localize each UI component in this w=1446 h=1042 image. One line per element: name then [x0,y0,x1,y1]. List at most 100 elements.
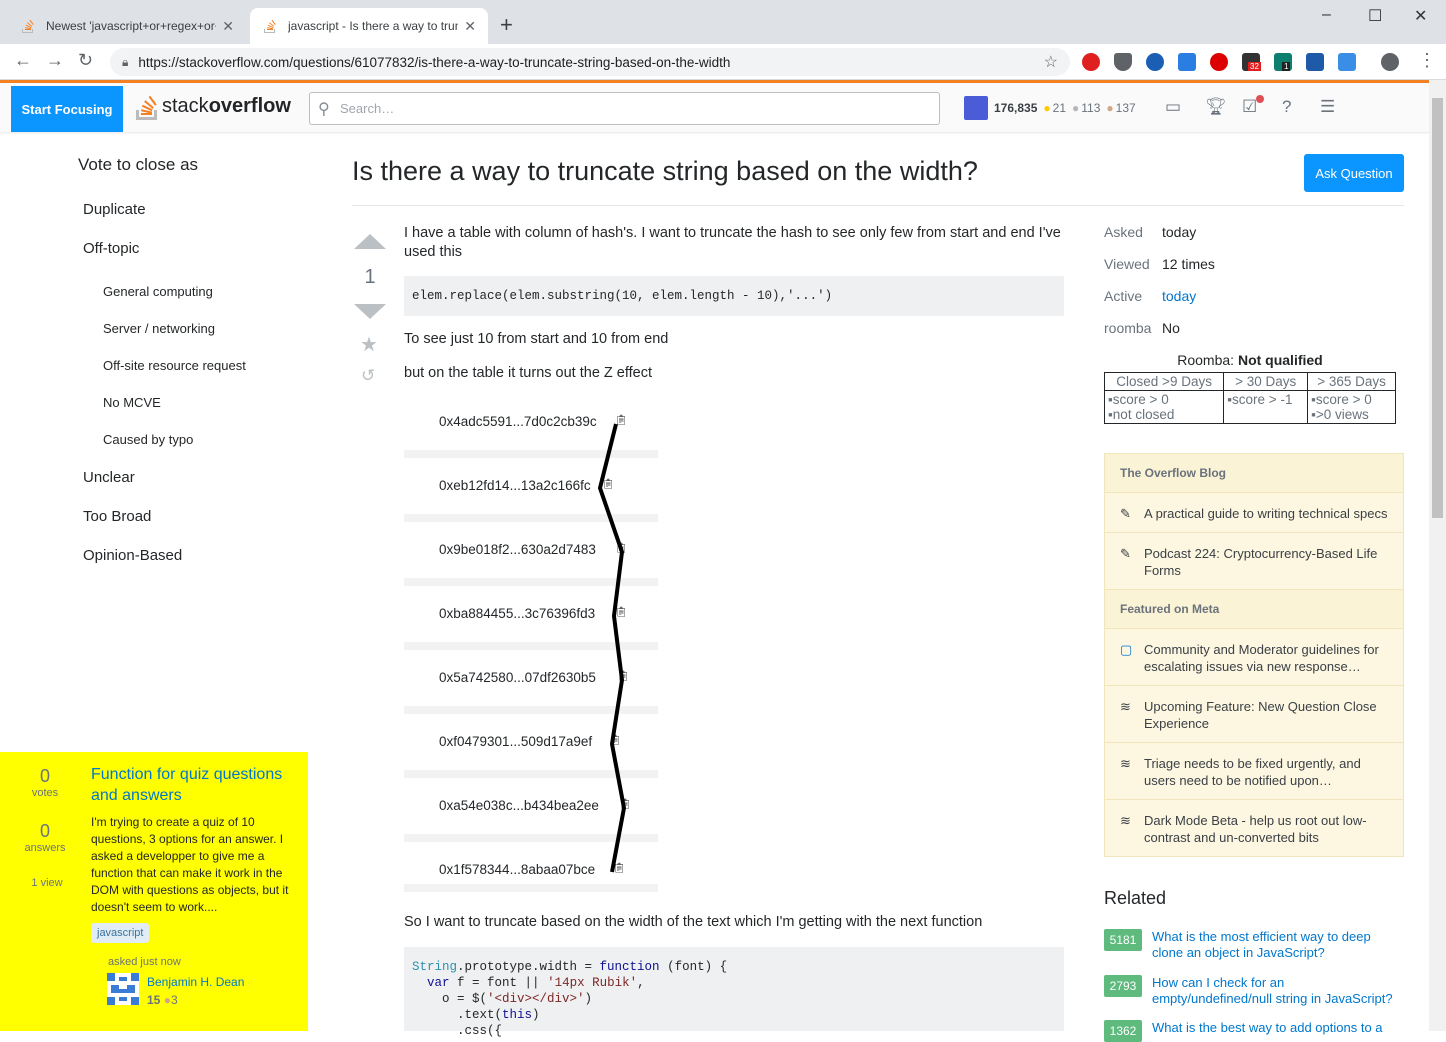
meta-item-text[interactable]: Triage needs to be fixed urgently, and u… [1144,755,1388,789]
close-reason-unclear[interactable]: Unclear [83,469,135,486]
off-topic-no-mcve[interactable]: No MCVE [103,395,161,410]
play-extension-icon[interactable] [1210,53,1228,71]
close-tab-icon[interactable]: ✕ [464,18,476,35]
s-extension-icon[interactable]: 1 [1274,53,1292,71]
close-tab-icon[interactable]: ✕ [222,18,234,35]
meta-value-link[interactable]: today [1162,288,1196,304]
asked-time: asked just now [108,956,181,968]
close-reason-off-topic[interactable]: Off-topic [83,240,139,257]
code-token: (font) { [659,960,728,974]
close-window-button[interactable]: ✕ [1414,6,1427,26]
stackoverflow-favicon-icon [22,19,34,33]
related-item[interactable]: 5181 What is the most efficient way to de… [1104,929,1404,961]
minimize-button[interactable]: – [1322,6,1331,24]
inbox-icon[interactable]: ▭ [1165,97,1181,117]
forward-arrow-icon[interactable]: → [46,50,64,71]
notification-extension-icon[interactable]: 32 [1242,53,1261,71]
re-extension-icon[interactable] [1306,53,1324,71]
search-input[interactable]: ⚲ Search… [309,92,940,125]
meta-item-text[interactable]: Dark Mode Beta - help us root out low-co… [1144,812,1388,846]
blog-item[interactable]: ✎ Podcast 224: Cryptocurrency-Based Life … [1105,533,1403,590]
browser-tab-newest[interactable]: Newest 'javascript+or+regex+or+ ✕ [8,8,246,44]
votes-counter: 0 votes [0,766,90,799]
blog-item-text[interactable]: A practical guide to writing technical s… [1144,505,1388,522]
address-bar[interactable]: 🔒︎ https://stackoverflow.com/questions/6… [110,48,1070,76]
timeline-history-icon[interactable]: ↺ [361,366,375,386]
profile-icon[interactable] [1381,53,1399,71]
x-extension-icon[interactable] [1178,53,1196,71]
lock-icon: 🔒︎ [122,54,129,69]
roomba-cell-text: score > 0 [1315,392,1372,407]
ask-question-button[interactable]: Ask Question [1304,154,1404,192]
downvote-arrow-icon[interactable] [354,304,386,319]
meta-item[interactable]: ≋ Upcoming Feature: New Question Close Ex… [1105,686,1403,743]
meta-value: 12 times [1162,256,1215,272]
tag-javascript[interactable]: javascript [91,923,150,943]
tab-title: Newest 'javascript+or+regex+or+ [46,19,217,33]
related-item[interactable]: 1362 What is the best way to add options … [1104,1020,1404,1042]
question-title[interactable]: Is there a way to truncate string based … [352,156,978,187]
extension-red-icon[interactable] [1082,53,1100,71]
code-token: ) [584,992,593,1006]
user-name[interactable]: Benjamin H. Dean [147,975,244,989]
bookmark-star-icon[interactable]: ☆ [1044,52,1058,72]
browser-menu-icon[interactable]: ⋮ [1418,50,1436,71]
browser-tab-bar: Newest 'javascript+or+regex+or+ ✕ javasc… [0,0,1446,44]
roomba-cell-text: score > 0 [1112,392,1169,407]
globe-extension-icon[interactable] [1146,53,1164,71]
code-token: this [502,1008,533,1022]
achievements-trophy-icon[interactable]: 🏆︎ [1205,97,1227,117]
window-extension-icon[interactable] [1338,53,1356,71]
site-switcher-icon[interactable]: ☰ [1320,97,1335,117]
meta-item-text[interactable]: Community and Moderator guidelines for e… [1144,641,1388,675]
meta-item[interactable]: ≋ Dark Mode Beta - help us root out low-c… [1105,800,1403,856]
roomba-status-value: Not qualified [1237,352,1323,368]
start-focusing-button[interactable]: Start Focusing [11,86,123,132]
blog-item[interactable]: ✎ A practical guide to writing technical … [1105,493,1403,533]
maximize-button[interactable]: ☐ [1368,6,1382,26]
roomba-col-header: > 365 Days [1307,372,1396,391]
stackoverflow-logo-icon [136,95,157,120]
off-topic-resource-request[interactable]: Off-site resource request [103,358,246,373]
reload-icon[interactable]: ↻ [78,50,93,71]
off-topic-general-computing[interactable]: General computing [103,284,213,299]
browser-tab-question[interactable]: javascript - Is there a way to trun ✕ [250,8,488,44]
meta-item[interactable]: ▢ Community and Moderator guidelines for … [1105,629,1403,686]
user-bronze: 3 [170,993,178,1007]
pencil-icon: ✎ [1120,506,1131,521]
close-reason-opinion-based[interactable]: Opinion-Based [83,547,182,564]
close-reason-duplicate[interactable]: Duplicate [83,201,146,218]
silver-badge-icon: ● [1072,101,1080,115]
shield-extension-icon[interactable] [1114,53,1132,71]
suggested-question-title[interactable]: Function for quiz questions and answers [91,764,301,806]
question-paragraph: but on the table it turns out the Z effe… [404,365,653,381]
blog-item-text[interactable]: Podcast 224: Cryptocurrency-Based Life F… [1144,545,1388,579]
back-arrow-icon[interactable]: ← [14,50,32,71]
related-title[interactable]: How can I check for an empty/undefined/n… [1152,975,1404,1007]
search-icon: ⚲ [318,101,330,118]
new-tab-button[interactable]: + [500,14,513,36]
upvote-arrow-icon[interactable] [354,234,386,249]
user-reputation[interactable]: 176,835 ● 21 ● 113 ● 137 [964,96,1136,120]
search-placeholder: Search… [340,101,395,116]
roomba-label: Roomba: [1177,352,1238,368]
user-avatar[interactable] [107,973,139,1005]
favorite-star-icon[interactable]: ★ [360,332,378,357]
meta-item-text[interactable]: Upcoming Feature: New Question Close Exp… [1144,698,1388,732]
related-item[interactable]: 2793 How can I check for an empty/undefin… [1104,975,1404,1007]
notification-dot [1256,95,1264,103]
avatar[interactable] [964,96,988,120]
meta-key: Viewed [1104,256,1150,272]
off-topic-typo[interactable]: Caused by typo [103,432,193,447]
stackexchange-meta-icon: ≋ [1120,699,1131,714]
off-topic-server-networking[interactable]: Server / networking [103,321,215,336]
close-reason-too-broad[interactable]: Too Broad [83,508,151,525]
stackoverflow-logo[interactable]: stackoverflow [134,91,291,121]
scrollbar-thumb[interactable] [1432,98,1443,518]
review-queue-icon[interactable]: ☑ [1242,95,1264,117]
related-title[interactable]: What is the most efficient way to deep c… [1152,929,1404,961]
help-icon[interactable]: ? [1282,97,1291,117]
meta-item[interactable]: ≋ Triage needs to be fixed urgently, and … [1105,743,1403,800]
related-title[interactable]: What is the best way to add options to a [1152,1020,1383,1042]
question-paragraph: To see just 10 from start and 10 from en… [404,331,669,347]
